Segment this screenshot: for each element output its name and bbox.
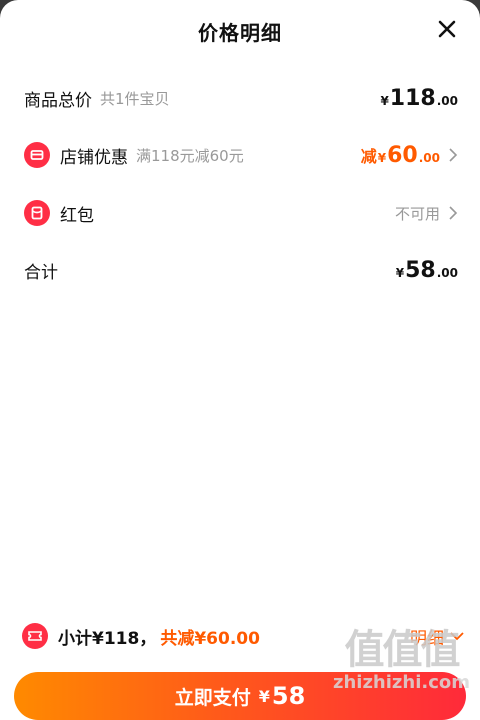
shop-icon xyxy=(24,142,50,168)
chevron-right-icon xyxy=(449,148,458,162)
pay-amount: 58 xyxy=(271,682,306,710)
watermark-url: zhizhizhi.com xyxy=(332,672,470,693)
total-label: 合计 xyxy=(24,262,58,283)
shop-discount-label: 店铺优惠 xyxy=(60,147,128,168)
price-detail-sheet: 价格明细 商品总价 共1件宝贝 ¥ 118 .00 店铺优惠 满118元减60元… xyxy=(0,0,480,720)
red-packet-row[interactable]: 红包 不可用 xyxy=(24,193,458,233)
total-price: ¥ 58 .00 xyxy=(396,258,458,283)
subtotal-text: 小计¥118， xyxy=(58,628,157,649)
currency-symbol: ¥ xyxy=(395,265,405,280)
total-row: 合计 ¥ 58 .00 xyxy=(24,250,458,290)
red-packet-icon xyxy=(24,200,50,226)
currency-symbol: ¥ xyxy=(377,150,387,165)
pay-currency-symbol: ¥ xyxy=(258,686,270,706)
price-decimal: .00 xyxy=(418,150,440,165)
discount-prefix: 减 xyxy=(360,146,377,166)
watermark: 值值值 zhizhizhi.com xyxy=(333,630,470,693)
price-integer: 118 xyxy=(389,85,436,111)
shop-discount-amount: 减 ¥ 60 .00 xyxy=(361,143,440,168)
watermark-logo: 值值值 xyxy=(344,627,460,673)
shop-discount-row[interactable]: 店铺优惠 满118元减60元 减 ¥ 60 .00 xyxy=(24,135,458,175)
sheet-title: 价格明细 xyxy=(198,20,282,45)
goods-total-price: ¥ 118 .00 xyxy=(380,86,458,111)
close-button[interactable] xyxy=(432,14,462,44)
red-packet-status: 不可用 xyxy=(394,204,440,223)
price-decimal: .00 xyxy=(436,265,458,280)
coupon-ticket-icon xyxy=(22,623,48,649)
close-icon xyxy=(438,20,456,38)
goods-total-label: 商品总价 xyxy=(24,90,92,111)
price-decimal: .00 xyxy=(436,93,458,108)
price-integer: 58 xyxy=(405,257,436,283)
goods-total-row: 商品总价 共1件宝贝 ¥ 118 .00 xyxy=(24,78,458,118)
currency-symbol: ¥ xyxy=(380,93,389,108)
price-integer: 60 xyxy=(387,142,418,168)
goods-count: 共1件宝贝 xyxy=(100,89,170,108)
red-packet-label: 红包 xyxy=(60,205,94,226)
sheet-header: 价格明细 xyxy=(0,0,480,62)
total-savings-text: 共减¥60.00 xyxy=(160,628,260,649)
chevron-right-icon xyxy=(449,206,458,220)
pay-button-label: 立即支付 xyxy=(174,686,251,709)
shop-discount-rule: 满118元减60元 xyxy=(136,146,244,165)
